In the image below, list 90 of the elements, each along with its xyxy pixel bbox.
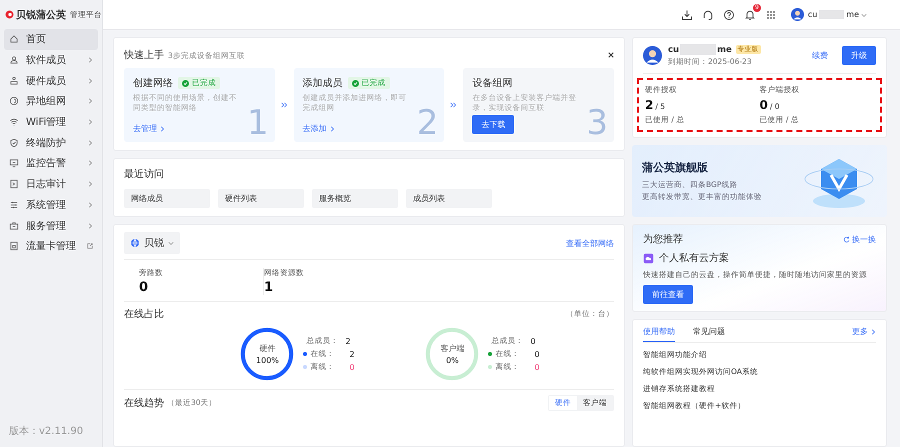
ring-percent: 100% — [256, 356, 279, 365]
step-number: 1 — [247, 106, 269, 140]
recent-link[interactable]: 网络成员 — [124, 189, 210, 208]
recent-link[interactable]: 硬件列表 — [218, 189, 304, 208]
view-button[interactable]: 前往查看 — [643, 285, 693, 304]
legend-value: 0 — [349, 362, 355, 372]
check-circle-icon — [182, 80, 189, 86]
step-title: 设备组网 — [472, 77, 512, 90]
user-menu[interactable]: cu me — [790, 8, 867, 21]
card-title: 为您推荐 — [643, 232, 683, 246]
step-number: 2 — [416, 106, 438, 140]
avatar-icon — [643, 46, 662, 65]
chevron-icon — [870, 329, 876, 335]
license-used: 0 — [760, 98, 768, 112]
recent-link[interactable]: 成员列表 — [406, 189, 492, 208]
legend-value: 0 — [534, 350, 540, 358]
log-icon — [9, 179, 19, 190]
stat-value: 1 — [264, 280, 274, 295]
redacted-block — [680, 44, 716, 55]
promo-title: 蒲公英旗舰版 — [642, 160, 709, 175]
user-icon — [9, 55, 19, 66]
sidebar-item[interactable]: 软件成员 — [4, 50, 98, 70]
caret-icon — [861, 12, 867, 18]
bell-icon[interactable] — [744, 8, 756, 20]
sidebar-item[interactable]: 异地组网 — [4, 91, 98, 112]
upgrade-button[interactable]: 升级 — [842, 46, 876, 65]
legend-value: 0 — [530, 336, 536, 346]
sidebar-item[interactable]: WiFi管理 — [4, 112, 98, 132]
ring-percent: 0% — [446, 356, 459, 365]
brand-name: 贝锐蒲公英 — [16, 8, 66, 22]
network-selector[interactable]: 贝锐 — [124, 232, 180, 254]
step-link[interactable]: 去管理 — [133, 123, 157, 134]
check-circle-icon — [352, 80, 359, 86]
monitor-icon — [9, 158, 19, 168]
download-icon[interactable] — [680, 8, 693, 20]
account-name: cu — [668, 44, 680, 54]
help-tab[interactable]: 常见问题 — [693, 326, 725, 342]
home-icon — [9, 34, 19, 44]
help-tab[interactable]: 使用帮助 — [643, 326, 675, 342]
ring-label: 硬件 — [259, 343, 276, 354]
step-link[interactable]: 去添加 — [302, 123, 327, 134]
logo-icon — [5, 9, 14, 20]
apps-grid-icon[interactable] — [764, 8, 777, 20]
sidebar-item[interactable]: 硬件成员 — [4, 70, 98, 92]
hardware-icon — [9, 76, 19, 86]
sidebar-item[interactable]: 服务管理 — [4, 215, 98, 236]
recommendation-title: 个人私有云方案 — [659, 252, 729, 265]
view-all-link[interactable]: 查看全部网络 — [566, 238, 614, 248]
double-chevron-icon — [450, 102, 458, 108]
step-number: 3 — [586, 106, 608, 140]
settings-icon — [9, 200, 19, 210]
refresh-icon — [843, 236, 850, 242]
ring-label: 客户端 — [440, 343, 464, 354]
chevron-icon — [159, 126, 165, 132]
sidebar-item[interactable]: 流量卡管理 — [4, 236, 98, 257]
section-title: 在线趋势 — [124, 396, 164, 410]
legend-value: 2 — [345, 336, 351, 346]
more-link[interactable]: 更多 — [852, 326, 868, 342]
step-title: 添加成员 — [302, 76, 343, 90]
avatar-icon — [790, 8, 804, 21]
help-icon[interactable] — [722, 8, 735, 20]
redacted-block — [819, 10, 844, 19]
account-name: me — [717, 44, 732, 54]
section-title: 在线占比 — [124, 308, 164, 321]
globe-icon — [130, 238, 140, 248]
chevron-icon — [328, 126, 335, 132]
stat-value: 0 — [139, 280, 150, 295]
double-chevron-icon — [280, 102, 288, 108]
sidebar-item[interactable]: 系统管理 — [4, 194, 98, 216]
sidebar-item[interactable]: 终端防护 — [4, 132, 98, 154]
step-title: 创建网络 — [133, 76, 173, 90]
cloud-folder-icon — [643, 252, 654, 264]
version-label: 版本：v2.11.90 — [8, 424, 84, 439]
download-button[interactable]: 去下载 — [472, 115, 514, 134]
sidebar-item[interactable]: 监控告警 — [4, 153, 98, 174]
license-used: 2 — [645, 98, 654, 112]
caret-icon — [168, 240, 174, 246]
legend-value: 0 — [534, 362, 540, 372]
shield-icon — [9, 138, 19, 148]
card-title: 快速上手 — [124, 48, 164, 62]
refresh-link[interactable]: 换一换 — [843, 232, 876, 246]
wifi-icon — [9, 117, 19, 128]
sidebar-item[interactable]: 首页 — [4, 29, 98, 50]
service-icon — [9, 220, 19, 231]
recent-link[interactable]: 服务概览 — [312, 189, 398, 208]
legend-value: 2 — [349, 350, 355, 358]
sidebar-item[interactable]: 日志审计 — [4, 174, 98, 194]
card-title: 最近访问 — [124, 168, 165, 181]
headset-icon[interactable] — [702, 8, 714, 20]
renew-link[interactable]: 续费 — [812, 50, 828, 61]
